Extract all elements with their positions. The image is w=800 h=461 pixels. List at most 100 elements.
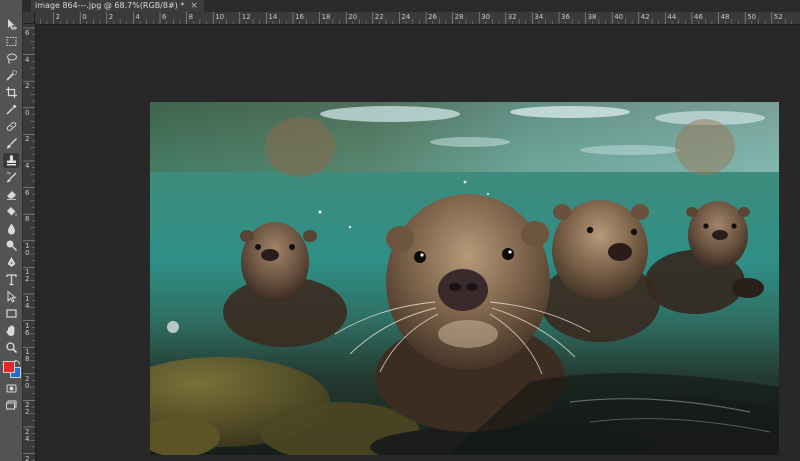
ruler-tick-label: 4 xyxy=(135,13,140,21)
path-select-tool-icon xyxy=(7,290,17,303)
hand-tool-icon xyxy=(5,325,14,336)
tools-panel xyxy=(0,0,23,461)
ruler-tick-label: 16 xyxy=(295,13,304,21)
ruler-tick-label: 44 xyxy=(667,13,677,21)
ruler-tick-label: 30 xyxy=(481,13,491,21)
horizontal-ruler[interactable]: 4202468101214161820222426283032343638404… xyxy=(23,12,800,25)
move-tool[interactable] xyxy=(3,17,19,32)
type-tool[interactable] xyxy=(3,272,19,287)
ruler-tick-label: 2 4 xyxy=(25,428,30,443)
healing-brush-tool[interactable] xyxy=(3,119,19,134)
quick-select-tool[interactable] xyxy=(3,68,19,83)
foreground-color-swatch[interactable] xyxy=(3,361,15,373)
ruler-tick-label: 48 xyxy=(720,13,730,21)
ruler-tick-label: 10 xyxy=(215,13,225,21)
ruler-tick-label: 22 xyxy=(374,13,384,21)
lasso-tool-icon xyxy=(6,53,17,64)
swap-colors-icon[interactable] xyxy=(14,351,21,365)
ruler-tick-label: 36 xyxy=(561,13,570,21)
brush-tool-icon xyxy=(6,138,17,149)
move-tool-icon xyxy=(7,19,17,30)
dodge-tool[interactable] xyxy=(3,238,19,253)
ruler-tick-label: 24 xyxy=(401,13,411,21)
quick-select-tool-icon xyxy=(5,70,17,81)
ruler-tick-label: 50 xyxy=(747,13,757,21)
clone-stamp-tool-icon xyxy=(6,155,16,166)
marquee-tool-icon xyxy=(6,37,16,46)
ruler-tick-label: 2 xyxy=(108,13,114,21)
ruler-tick-label: 2 xyxy=(25,135,30,144)
otters-photo xyxy=(150,102,779,455)
ruler-tick-label: 6 xyxy=(25,188,30,197)
default-colors-icon[interactable] xyxy=(1,352,9,368)
ruler-tick-label: 28 xyxy=(454,13,464,21)
clone-stamp-tool[interactable] xyxy=(3,153,19,168)
ruler-tick-label: 32 xyxy=(507,13,517,21)
ruler-tick-label: 6 xyxy=(162,13,167,21)
ruler-tick-label: 0 xyxy=(82,13,87,21)
document-tab[interactable]: image 864---.jpg @ 68.7%(RGB/8#) * × xyxy=(31,0,204,12)
document-tab-bar: image 864---.jpg @ 68.7%(RGB/8#) * × xyxy=(23,0,800,12)
ruler-tick-label: 1 6 xyxy=(25,321,30,337)
ruler-tick-label: 40 xyxy=(614,13,624,21)
ruler-tick-label: 20 xyxy=(348,13,358,21)
pen-tool-icon xyxy=(7,257,15,267)
rectangle-tool[interactable] xyxy=(3,306,19,321)
ruler-tick-label: 2 xyxy=(55,13,61,21)
ruler-tick-label: 12 xyxy=(241,13,251,21)
ruler-tick-label: 1 4 xyxy=(25,295,30,310)
close-icon[interactable]: × xyxy=(190,0,198,12)
ruler-tick-label: 42 xyxy=(640,13,650,21)
screen-mode-icon xyxy=(5,400,16,410)
ruler-tick-label: 2 6 xyxy=(25,454,30,461)
ruler-tick-label: 1 8 xyxy=(25,348,30,364)
hand-tool[interactable] xyxy=(3,323,19,338)
ruler-tick-label: 6 xyxy=(25,29,30,37)
ruler-tick-label: 52 xyxy=(773,13,783,21)
quick-mask-tool[interactable] xyxy=(3,381,19,396)
paint-bucket-tool-icon xyxy=(6,207,16,216)
brush-tool[interactable] xyxy=(3,136,19,151)
screen-mode-tool[interactable] xyxy=(3,398,19,413)
paint-bucket-tool[interactable] xyxy=(3,204,19,219)
eyedropper-tool[interactable] xyxy=(3,102,19,117)
history-brush-tool-icon xyxy=(6,172,16,183)
ruler-tick-label: 2 0 xyxy=(25,374,30,390)
ruler-tick-label: 34 xyxy=(534,13,544,21)
vertical-ruler[interactable]: 6 4 2 0 2 4 6 8 1 0 1 2 1 4 1 6 1 8 2 0 2 2 2 4 2 6 xyxy=(23,24,36,461)
ruler-tick-label: 1 2 xyxy=(25,268,30,284)
eyedropper-tool-icon xyxy=(6,104,16,115)
type-tool-icon xyxy=(5,274,17,286)
history-brush-tool[interactable] xyxy=(3,170,19,185)
path-select-tool[interactable] xyxy=(3,289,19,304)
ruler-origin[interactable] xyxy=(23,12,35,24)
crop-tool-icon xyxy=(5,87,17,98)
quick-mask-icon xyxy=(6,384,16,393)
ruler-tick-label: 26 xyxy=(428,13,437,21)
ruler-tick-label: 1 0 xyxy=(25,241,30,257)
ruler-tick-label: 18 xyxy=(321,13,331,21)
dodge-tool-icon xyxy=(6,240,17,251)
eraser-tool[interactable] xyxy=(3,187,19,202)
eraser-tool-icon xyxy=(6,191,16,200)
ruler-tick-label: 8 xyxy=(188,13,194,21)
healing-brush-tool-icon xyxy=(6,122,16,131)
crop-tool[interactable] xyxy=(3,85,19,100)
marquee-tool[interactable] xyxy=(3,34,19,49)
ruler-tick-label: 0 xyxy=(25,108,30,117)
ruler-tick-label: 2 2 xyxy=(25,401,30,417)
rectangle-tool-icon xyxy=(5,309,17,318)
document-tab-title: image 864---.jpg @ 68.7%(RGB/8#) * xyxy=(35,1,185,10)
ruler-tick-label: 46 xyxy=(694,13,703,21)
blur-tool[interactable] xyxy=(3,221,19,236)
ruler-tick-label: 38 xyxy=(587,13,597,21)
image-canvas[interactable] xyxy=(150,102,779,455)
ruler-tick-label: 4 xyxy=(25,162,30,170)
ruler-tick-label: 2 xyxy=(25,82,30,91)
ruler-tick-label: 4 xyxy=(25,55,30,64)
ruler-tick-label: 8 xyxy=(25,215,30,224)
blur-tool-icon xyxy=(7,223,15,235)
pen-tool[interactable] xyxy=(3,255,19,270)
ruler-tick-label: 14 xyxy=(268,13,278,21)
lasso-tool[interactable] xyxy=(3,51,19,66)
